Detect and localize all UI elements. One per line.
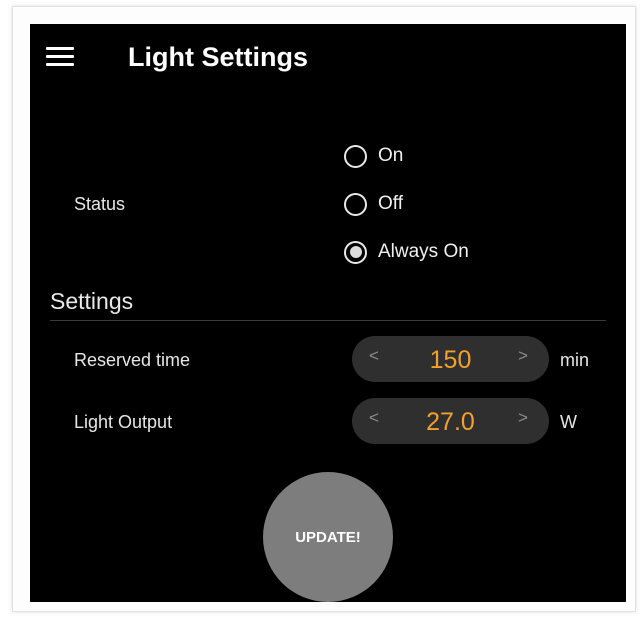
status-option-label: Off xyxy=(378,193,403,214)
update-button[interactable]: UPDATE! xyxy=(263,472,393,602)
hamburger-menu-icon[interactable] xyxy=(44,46,76,68)
status-option-label: On xyxy=(378,145,404,166)
light-output-stepper: < 27.0 > xyxy=(352,398,549,444)
status-option-on[interactable]: On xyxy=(344,140,403,172)
reserved-time-label: Reserved time xyxy=(74,350,191,370)
section-divider xyxy=(50,320,606,321)
status-option-always-on[interactable]: Always On xyxy=(344,236,469,268)
chevron-right-icon[interactable]: > xyxy=(511,346,535,366)
status-label: Status xyxy=(74,194,126,214)
reserved-time-stepper: < 150 > xyxy=(352,336,549,382)
status-option-label: Always On xyxy=(378,241,469,262)
reserved-time-unit: min xyxy=(560,350,590,370)
light-output-label: Light Output xyxy=(74,412,173,432)
page-title: Light Settings xyxy=(128,42,308,72)
chevron-right-icon[interactable]: > xyxy=(511,408,535,428)
light-output-unit: W xyxy=(560,412,577,432)
radio-unchecked-icon[interactable] xyxy=(344,192,367,216)
radio-checked-icon[interactable] xyxy=(344,240,367,264)
settings-section-title: Settings xyxy=(50,288,134,314)
status-option-off[interactable]: Off xyxy=(344,188,403,220)
light-settings-screen: Light Settings Status On Off Always On S… xyxy=(30,24,626,602)
radio-unchecked-icon[interactable] xyxy=(344,144,367,168)
